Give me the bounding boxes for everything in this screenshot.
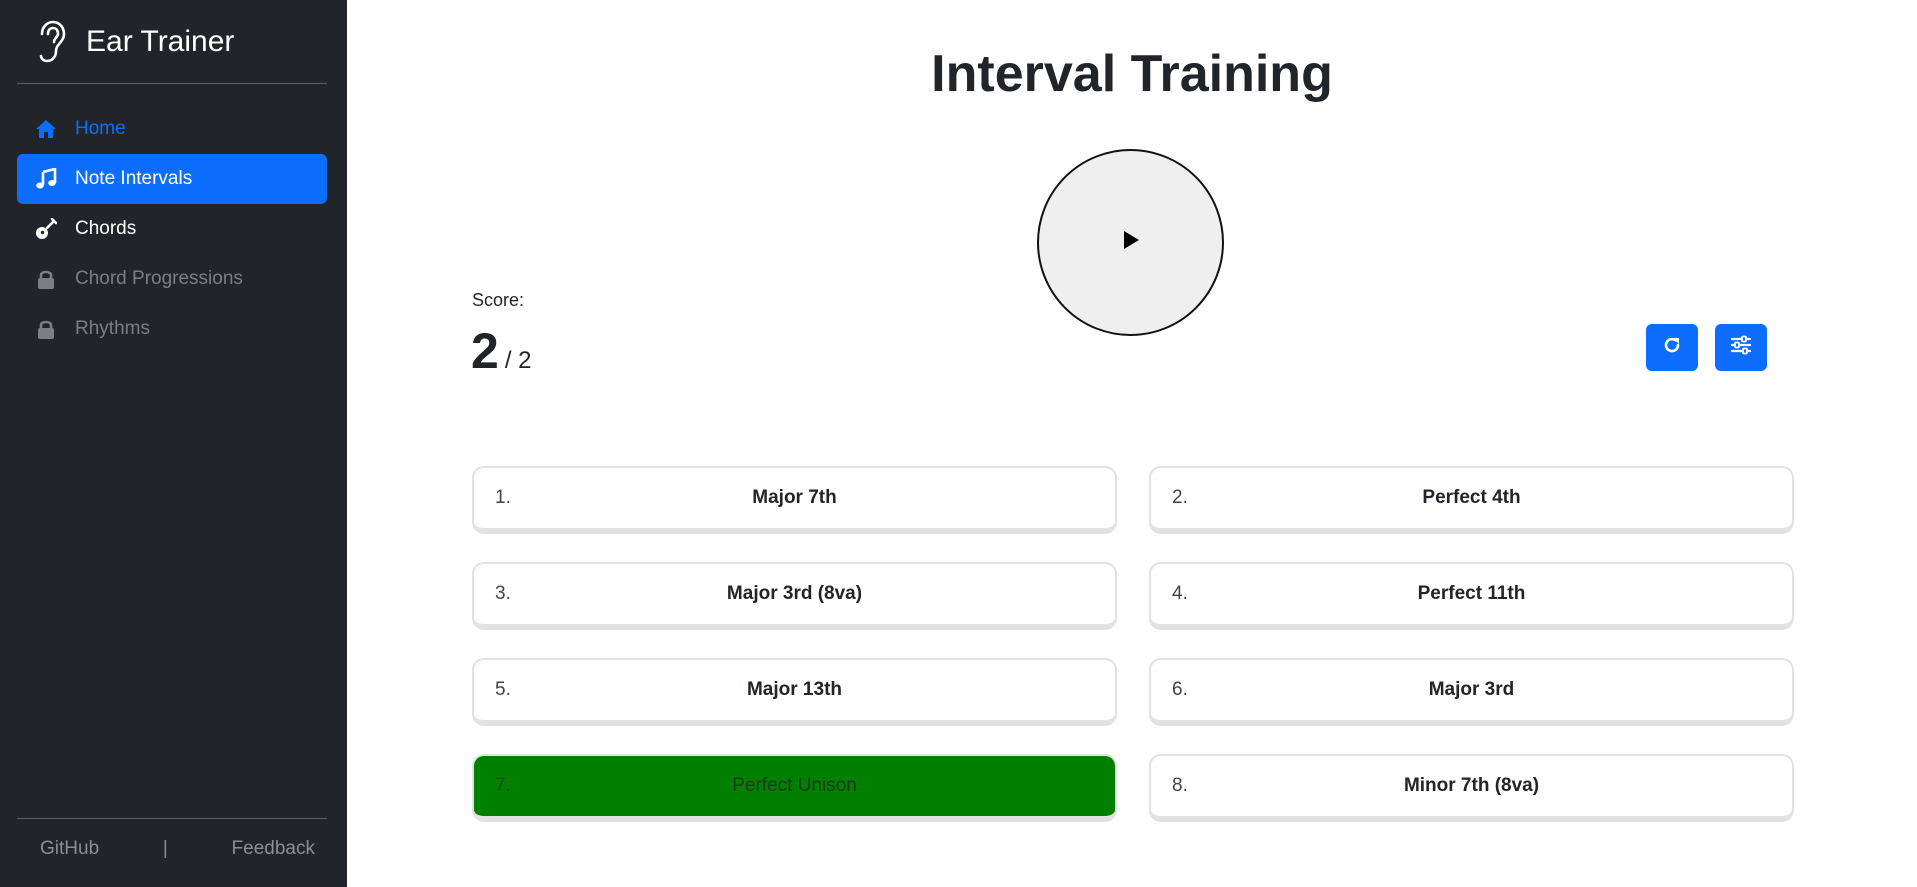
- sidebar-item-note-intervals[interactable]: Note Intervals: [17, 154, 327, 204]
- answer-option[interactable]: 1. Major 7th: [472, 466, 1117, 534]
- sidebar-item-label: Rhythms: [75, 318, 150, 339]
- divider: [17, 818, 327, 819]
- sidebar-nav: Home Note Intervals Chords Chord Progres…: [17, 104, 327, 354]
- score-total: / 2: [504, 347, 532, 374]
- sidebar-item-label: Note Intervals: [75, 168, 193, 189]
- sidebar-item-home[interactable]: Home: [17, 104, 327, 154]
- play-icon: [1122, 230, 1140, 255]
- redo-icon: [1662, 335, 1682, 360]
- sidebar-item-chord-progressions: Chord Progressions: [17, 254, 327, 304]
- ear-icon: [36, 20, 68, 64]
- home-icon: [35, 118, 57, 140]
- answer-option[interactable]: 5. Major 13th: [472, 658, 1117, 726]
- answer-option[interactable]: 8. Minor 7th (8va): [1149, 754, 1794, 822]
- option-label: Perfect Unison: [732, 775, 857, 796]
- option-number: 4.: [1172, 583, 1188, 604]
- score-value: 2: [471, 323, 499, 379]
- sidebar-item-rhythms: Rhythms: [17, 304, 327, 354]
- option-label: Minor 7th (8va): [1403, 775, 1540, 796]
- sidebar-item-label: Chord Progressions: [75, 268, 243, 289]
- answer-option[interactable]: 3. Major 3rd (8va): [472, 562, 1117, 630]
- option-number: 6.: [1172, 679, 1188, 700]
- option-label: Major 7th: [752, 487, 837, 508]
- sidebar-footer: GitHub | Feedback: [17, 838, 327, 860]
- option-number: 3.: [495, 583, 511, 604]
- answer-option[interactable]: 6. Major 3rd: [1149, 658, 1794, 726]
- answer-option-correct[interactable]: 7. Perfect Unison: [472, 754, 1117, 822]
- lock-icon: [35, 318, 57, 340]
- option-label: Perfect 4th: [1422, 487, 1521, 508]
- sidebar: Ear Trainer Home Note Intervals Chords C…: [0, 0, 347, 887]
- divider: [17, 83, 327, 84]
- play-button[interactable]: [1037, 149, 1224, 336]
- answer-option[interactable]: 2. Perfect 4th: [1149, 466, 1794, 534]
- answer-option[interactable]: 4. Perfect 11th: [1149, 562, 1794, 630]
- sidebar-item-label: Home: [75, 118, 126, 139]
- option-label: Perfect 11th: [1417, 583, 1526, 604]
- main-content: Interval Training Score: 2 / 2 1. Major …: [347, 0, 1917, 887]
- footer-separator: |: [162, 838, 168, 859]
- sliders-icon: [1730, 335, 1752, 360]
- guitar-icon: [35, 218, 57, 240]
- page-title: Interval Training: [931, 45, 1333, 103]
- github-link[interactable]: GitHub: [40, 838, 99, 860]
- sidebar-item-chords[interactable]: Chords: [17, 204, 327, 254]
- score-label: Score:: [472, 290, 525, 310]
- option-number: 8.: [1172, 775, 1188, 796]
- option-label: Major 13th: [746, 679, 843, 700]
- app-title: Ear Trainer: [86, 25, 235, 58]
- lock-icon: [35, 268, 57, 290]
- option-number: 5.: [495, 679, 511, 700]
- reset-button[interactable]: [1646, 324, 1698, 371]
- option-label: Major 3rd: [1428, 679, 1515, 700]
- answer-grid: 1. Major 7th 2. Perfect 4th 3. Major 3rd…: [472, 466, 1794, 822]
- score: 2 / 2: [471, 322, 532, 380]
- settings-button[interactable]: [1715, 324, 1767, 371]
- feedback-link[interactable]: Feedback: [232, 838, 315, 860]
- option-number: 2.: [1172, 487, 1188, 508]
- music-note-icon: [35, 168, 57, 190]
- brand[interactable]: Ear Trainer: [36, 18, 234, 66]
- option-label: Major 3rd (8va): [726, 583, 863, 604]
- option-number: 7.: [495, 775, 511, 796]
- option-number: 1.: [495, 487, 511, 508]
- sidebar-item-label: Chords: [75, 218, 137, 239]
